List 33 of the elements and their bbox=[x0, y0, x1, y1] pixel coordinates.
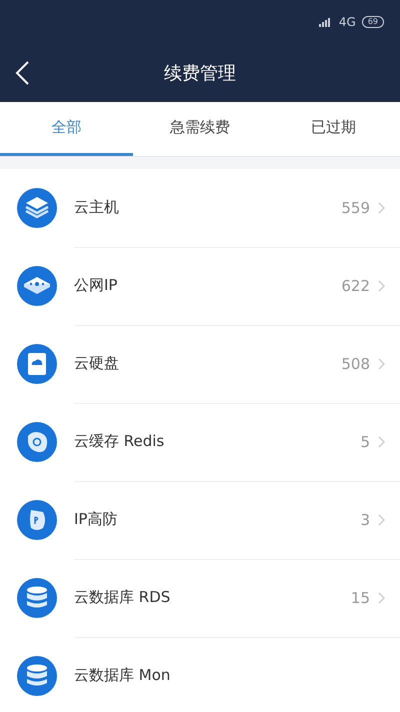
shield-icon bbox=[17, 500, 57, 540]
item-label[interactable]: 公网IP bbox=[74, 276, 342, 295]
item-count: 559 bbox=[341, 198, 370, 216]
item-label[interactable]: 云硬盘 bbox=[74, 354, 342, 373]
signal-icon bbox=[318, 17, 333, 27]
chevron-icon[interactable] bbox=[378, 436, 386, 448]
item-count: 5 bbox=[360, 432, 370, 450]
tab[interactable]: 急需续费 bbox=[133, 102, 267, 156]
tab[interactable]: 全部 bbox=[0, 102, 134, 156]
chevron-icon[interactable] bbox=[378, 202, 386, 214]
item-count: 15 bbox=[350, 588, 370, 606]
item-count: 508 bbox=[341, 354, 370, 372]
chevron-icon[interactable] bbox=[378, 592, 386, 604]
disk-icon bbox=[17, 344, 57, 384]
chevron-icon[interactable] bbox=[378, 280, 386, 292]
network-icon bbox=[17, 266, 57, 306]
tab[interactable]: 已过期 bbox=[266, 102, 400, 156]
page-title: 续费管理 bbox=[164, 62, 236, 85]
item-label[interactable]: 云主机 bbox=[74, 198, 342, 217]
network-type: 4G bbox=[338, 15, 356, 29]
cache-icon bbox=[17, 422, 57, 462]
item-label[interactable]: 云数据库 Mon bbox=[74, 666, 386, 685]
item-label[interactable]: 云数据库 RDS bbox=[74, 588, 351, 607]
item-count: 3 bbox=[360, 510, 370, 528]
item-label[interactable]: IP高防 bbox=[74, 510, 360, 529]
database-icon bbox=[17, 656, 57, 696]
battery-level: 69 bbox=[362, 16, 384, 28]
item-count: 622 bbox=[341, 276, 370, 294]
chevron-icon[interactable] bbox=[378, 358, 386, 370]
layers-icon bbox=[17, 188, 57, 228]
item-label[interactable]: 云缓存 Redis bbox=[74, 432, 360, 451]
database-icon bbox=[17, 578, 57, 618]
chevron-icon[interactable] bbox=[378, 514, 386, 526]
